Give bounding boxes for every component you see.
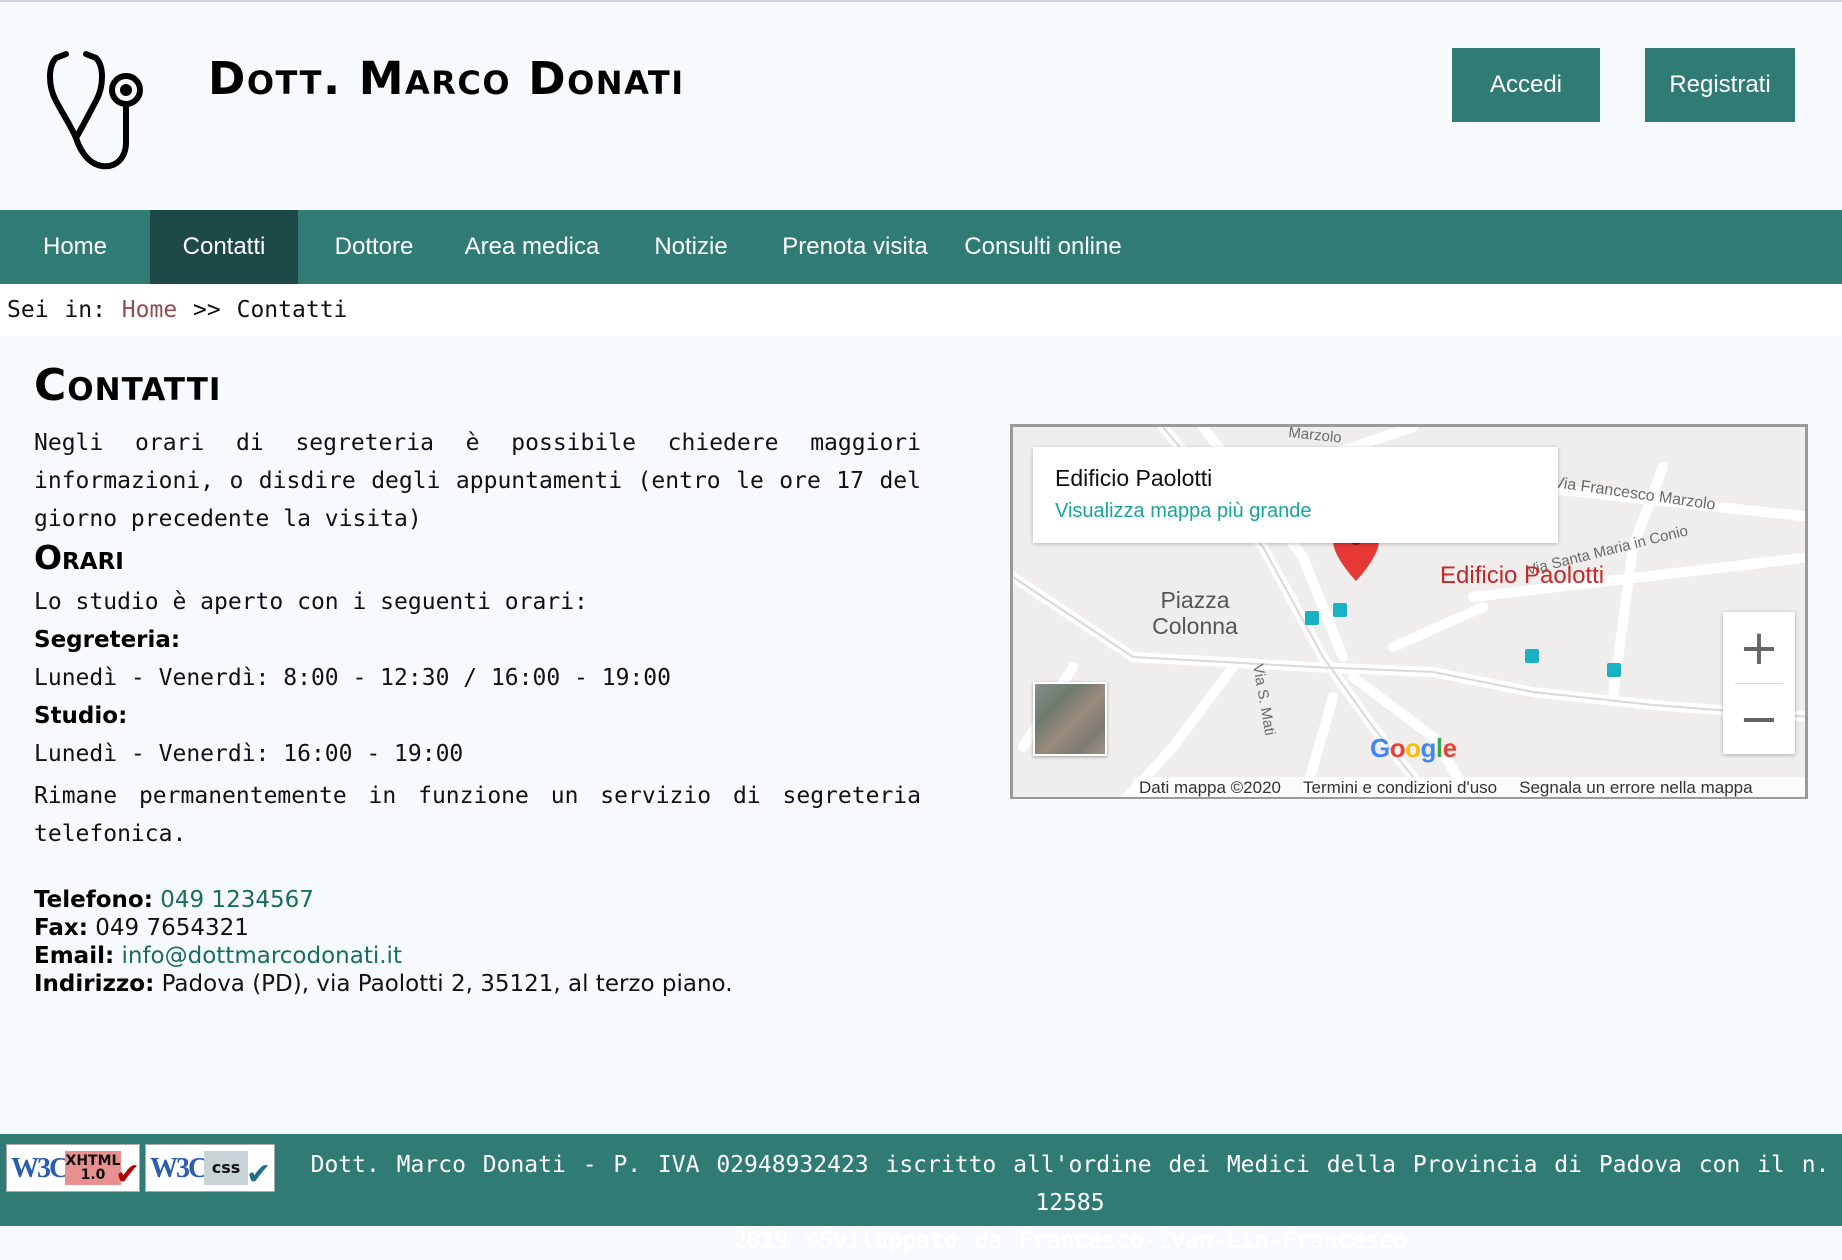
phone-line: Telefono: 049 1234567: [34, 887, 314, 913]
address-label: Indirizzo:: [34, 971, 155, 997]
w3c-logo: W3C: [150, 1153, 208, 1184]
page-title: Contatti: [34, 360, 222, 411]
login-button[interactable]: Accedi: [1452, 48, 1600, 122]
secretary-hours: Lunedì - Venerdì: 8:00 - 12:30 / 16:00 -…: [34, 665, 671, 691]
google-logo: Google: [1370, 733, 1457, 763]
breadcrumb: Sei in: Home >> Contatti: [0, 284, 1842, 336]
footer-line-2: 2019 ©Sviluppato da Francesco-Ivan-Lin-F…: [733, 1228, 1407, 1254]
breadcrumb-home-link[interactable]: Home: [122, 297, 177, 323]
map-report-link[interactable]: Segnala un errore nella mappa: [1519, 778, 1752, 797]
map-info-card: Edificio Paolotti Visualizza mappa più g…: [1033, 447, 1558, 543]
nav-item-consulti-online[interactable]: Consulti online: [942, 210, 1144, 284]
map-zoom-controls: + −: [1723, 612, 1795, 754]
map-card-title: Edificio Paolotti: [1055, 465, 1213, 491]
section-title-orari: Orari: [34, 538, 124, 577]
register-button[interactable]: Registrati: [1645, 48, 1795, 122]
site-footer: W3C XHTML 1.0 ✔ W3C css ✔ Dott. Marco Do…: [0, 1134, 1842, 1254]
site-title: Dott. Marco Donati: [208, 52, 685, 105]
map-pin-label[interactable]: Edificio Paolotti: [1440, 562, 1604, 590]
nav-item-dottore[interactable]: Dottore: [298, 210, 450, 284]
nav-item-prenota-visita[interactable]: Prenota visita: [768, 210, 942, 284]
fax-line: Fax: 049 7654321: [34, 915, 249, 941]
check-icon: ✔: [115, 1157, 141, 1192]
breadcrumb-current: Contatti: [236, 297, 348, 323]
answering-note: Rimane permanentemente in funzione un se…: [34, 783, 921, 847]
xhtml-tag: XHTML 1.0: [65, 1151, 121, 1185]
nav-item-contatti[interactable]: Contatti: [150, 210, 298, 284]
email-line: Email: info@dottmarcodonati.it: [34, 943, 402, 969]
opening-text: Lo studio è aperto con i seguenti orari:: [34, 589, 588, 615]
address-line: Indirizzo: Padova (PD), via Paolotti 2, …: [34, 971, 733, 997]
css-tag: css: [204, 1151, 248, 1185]
phone-label: Telefono:: [34, 887, 153, 913]
map-larger-link[interactable]: Visualizza mappa più grande: [1055, 500, 1311, 523]
fax-value: 049 7654321: [95, 915, 249, 941]
breadcrumb-prefix: Sei in:: [7, 297, 106, 323]
w3c-logo: W3C: [11, 1153, 69, 1184]
map-terms-link[interactable]: Termini e condizioni d'uso: [1303, 778, 1497, 797]
map-embed[interactable]: Via Francesco Marzolo Via Santa Maria in…: [1010, 424, 1808, 799]
studio-hours: Lunedì - Venerdì: 16:00 - 19:00: [34, 741, 464, 767]
secretary-label: Segreteria:: [34, 627, 181, 653]
satellite-toggle[interactable]: [1033, 682, 1107, 756]
studio-label: Studio:: [34, 703, 128, 729]
address-value: Padova (PD), via Paolotti 2, 35121, al t…: [161, 971, 733, 997]
nav-item-home[interactable]: Home: [0, 210, 150, 284]
main-nav: Home Contatti Dottore Area medica Notizi…: [0, 210, 1842, 284]
nav-item-area-medica[interactable]: Area medica: [450, 210, 614, 284]
stethoscope-icon: [47, 51, 143, 170]
zoom-out-button[interactable]: −: [1723, 683, 1795, 754]
w3c-css-badge[interactable]: W3C css ✔: [145, 1144, 275, 1192]
map-data-credit: Dati mappa ©2020: [1139, 778, 1282, 797]
zoom-in-button[interactable]: +: [1723, 612, 1795, 683]
nav-item-notizie[interactable]: Notizie: [614, 210, 768, 284]
email-link[interactable]: info@dottmarcodonati.it: [121, 943, 401, 969]
map-attribution-bar: Dati mappa ©2020 Termini e condizioni d'…: [1133, 777, 1805, 797]
intro-text: Negli orari di segreteria è possibile ch…: [34, 430, 921, 532]
site-header: Dott. Marco Donati Accedi Registrati: [0, 2, 1842, 210]
map-place-label: Piazza Colonna: [1152, 587, 1238, 639]
footer-text: Dott. Marco Donati - P. IVA 02948932423 …: [310, 1146, 1830, 1260]
check-icon: ✔: [246, 1157, 272, 1192]
fax-label: Fax:: [34, 915, 88, 941]
phone-link[interactable]: 049 1234567: [160, 887, 314, 913]
footer-line-1: Dott. Marco Donati - P. IVA 02948932423 …: [310, 1152, 1830, 1216]
email-label: Email:: [34, 943, 115, 969]
w3c-xhtml-badge[interactable]: W3C XHTML 1.0 ✔: [6, 1144, 140, 1192]
breadcrumb-separator: >>: [193, 297, 221, 323]
